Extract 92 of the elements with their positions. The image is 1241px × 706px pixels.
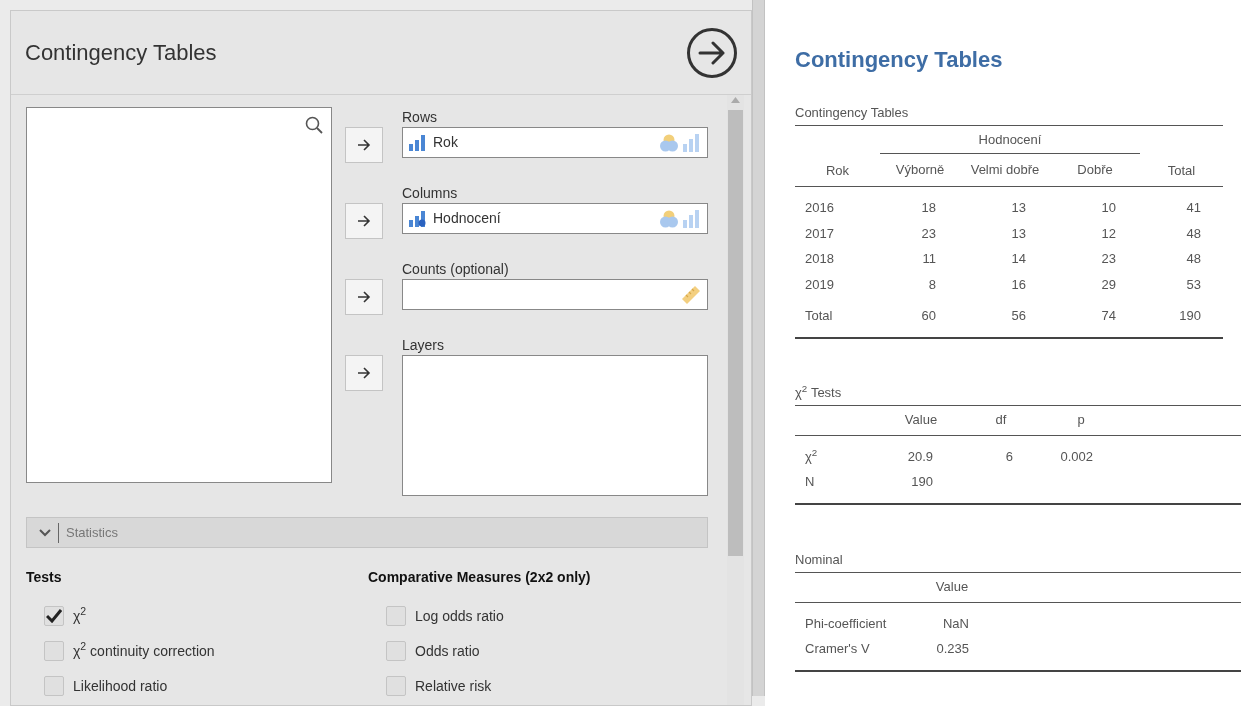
table-cell-text: 74 [1101,307,1116,325]
section-heading: Comparative Measures (2x2 only) [368,568,591,587]
bar-chart-icon [409,210,427,227]
table-cell-text: 23 [921,224,936,243]
table-cell-text: 13 [1011,224,1026,243]
analysis-title: Contingency Tables [25,39,217,67]
venn-and-bars-icon [659,132,701,153]
target-label: Layers [402,336,446,355]
table-cell-text: 16 [1011,275,1026,294]
table-cell-text: 6 [1005,447,1013,466]
row-label: N [805,474,815,489]
checkbox[interactable] [44,641,64,661]
variable-drop-field[interactable] [402,279,708,310]
results-title: Contingency Tables [795,46,1004,74]
ruler-icon [681,284,701,305]
scroll-up-icon[interactable] [731,97,740,103]
target-label: Rows [402,108,438,127]
variable-drop-field[interactable]: Rok [402,127,708,158]
table-cell-text: NaN [943,614,969,633]
column-header: df [995,411,1007,430]
run-button[interactable] [687,27,737,78]
column-header: Total [1167,161,1196,180]
move-arrow-button[interactable] [345,127,383,163]
right-arrow-icon [357,367,371,379]
row-label: 2017 [805,225,834,241]
move-arrow-button[interactable] [345,203,383,239]
checkbox[interactable] [44,676,64,696]
table-cell-text: 18 [921,199,936,217]
target-label: Counts (optional) [402,260,510,279]
checkbox[interactable] [386,676,406,696]
table-cell-text: 14 [1011,250,1026,268]
scrollbar-thumb[interactable] [728,110,743,556]
column-header: Value [904,411,938,430]
row-label: 2018 [805,251,834,266]
column-header: Value [935,578,969,597]
table-cell-text: 48 [1186,250,1201,268]
checkbox-label[interactable]: Relative risk [415,675,492,697]
column-header: p [1077,411,1085,430]
row-label: Phi-coefficient [805,615,887,631]
table-cell-text: 0.235 [936,640,969,658]
column-group-header: Hodnocení [978,130,1042,149]
row-label: 2019 [805,276,834,292]
table-cell-text: 20.9 [907,447,933,466]
right-arrow-icon [357,215,371,227]
checkbox-label[interactable]: χ$^{2}$ [73,605,87,627]
checkbox-label[interactable]: Log odds ratio [415,605,504,627]
variable-name[interactable]: Hodnocení [433,208,501,229]
target-label: Columns [402,184,459,203]
table-cell-text: 60 [921,307,936,325]
bar-chart-icon [409,134,427,151]
row-label: 2016 [805,200,834,215]
right-arrow-icon [357,291,371,303]
column-header: Dobře [1077,161,1113,180]
table-cell-text: 56 [1011,307,1026,325]
row-label: Cramer's V [805,641,870,656]
table-cell-text: 41 [1186,199,1201,217]
table-cell-text: 23 [1101,250,1116,268]
table-cell-text: 190 [911,473,933,491]
table-cell-text: 29 [1101,275,1116,294]
column-header: Velmi dobře [970,161,1040,180]
checkbox-label[interactable]: Likelihood ratio [73,675,168,697]
table-cell-text: 12 [1101,224,1116,243]
checkbox-label[interactable]: Odds ratio [415,640,480,662]
move-arrow-button[interactable] [345,355,383,391]
right-arrow-icon [698,40,726,65]
table-cell-text: 11 [922,250,936,268]
table-caption: Contingency Tables [795,105,909,120]
table-cell-text: 53 [1186,275,1201,294]
table-caption: Nominal [795,551,843,567]
table-cell-text: 0.002 [1060,447,1093,466]
search-icon[interactable] [305,116,323,134]
checkbox[interactable] [386,606,406,626]
table-cell-text: 10 [1101,199,1116,217]
checkbox-label[interactable]: χ$^{2}$ continuity correction [73,640,215,662]
variable-name[interactable]: Rok [433,132,458,153]
right-arrow-icon [357,139,371,151]
variable-drop-box[interactable] [402,355,708,496]
row-label: Total [805,308,833,323]
variable-drop-field[interactable]: Hodnocení [402,203,708,234]
checkbox[interactable] [44,606,64,626]
checkbox[interactable] [386,641,406,661]
venn-and-bars-icon [659,208,701,229]
section-heading: Tests [26,568,62,587]
table-cell-text: 190 [1179,307,1201,325]
table-cell-text: 13 [1011,199,1026,217]
table-caption: χ$^{2}$ Tests [795,384,842,400]
move-arrow-button[interactable] [345,279,383,315]
table-cell-text: 48 [1186,224,1201,243]
column-header: Rok [825,161,850,180]
table-cell-text: 8 [928,275,936,294]
column-header: Výborně [895,161,945,180]
row-label: χ$^{2}$ [805,448,818,464]
